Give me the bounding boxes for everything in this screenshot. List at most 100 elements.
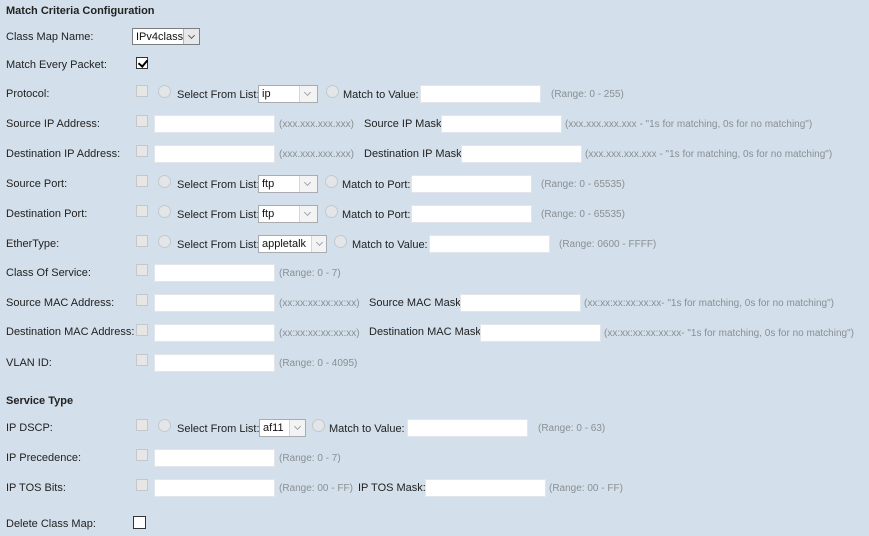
protocol-checkbox[interactable]	[136, 85, 148, 97]
ethertype-match-value-label: Match to Value:	[352, 239, 428, 251]
ethertype-checkbox[interactable]	[136, 235, 148, 247]
vlan-id-input[interactable]	[154, 354, 275, 372]
destination-ip-mask-input[interactable]	[461, 145, 582, 163]
ip-tos-bits-range-hint: (Range: 00 - FF)	[279, 483, 353, 494]
match-every-packet-label: Match Every Packet:	[6, 59, 107, 71]
source-port-select-value: ftp	[262, 178, 275, 190]
source-port-select[interactable]: ftp	[258, 175, 318, 193]
source-ip-input[interactable]	[154, 115, 275, 133]
ip-precedence-label: IP Precedence:	[6, 452, 82, 464]
chevron-down-icon	[289, 420, 305, 436]
destination-mac-mask-hint: (xx:xx:xx:xx:xx:xx- "1s for matching, 0s…	[604, 328, 854, 339]
ip-dscp-checkbox[interactable]	[136, 419, 148, 431]
ip-precedence-input[interactable]	[154, 449, 275, 467]
ethertype-value-input[interactable]	[429, 235, 550, 253]
protocol-match-value-label: Match to Value:	[343, 89, 419, 101]
ip-dscp-select-list-label: Select From List:	[177, 423, 260, 435]
destination-port-match-port-radio[interactable]	[325, 205, 338, 218]
ip-precedence-range-hint: (Range: 0 - 7)	[279, 453, 341, 464]
destination-port-select-value: ftp	[262, 208, 275, 220]
source-port-match-port-label: Match to Port:	[342, 179, 411, 191]
ip-dscp-range-hint: (Range: 0 - 63)	[538, 423, 606, 434]
destination-port-range-hint: (Range: 0 - 65535)	[541, 209, 625, 220]
ip-dscp-match-value-radio[interactable]	[312, 419, 325, 432]
source-mac-label: Source MAC Address:	[6, 297, 115, 309]
class-map-name-select[interactable]: IPv4class	[132, 28, 200, 45]
vlan-id-range-hint: (Range: 0 - 4095)	[279, 358, 358, 369]
ip-dscp-value-input[interactable]	[407, 419, 528, 437]
destination-ip-mask-hint: (xxx.xxx.xxx.xxx - "1s for matching, 0s …	[585, 149, 833, 160]
ip-tos-mask-range-hint: (Range: 00 - FF)	[549, 483, 623, 494]
source-mac-checkbox[interactable]	[136, 294, 148, 306]
ip-tos-bits-label: IP TOS Bits:	[6, 482, 66, 494]
ip-dscp-select-list-radio[interactable]	[158, 419, 171, 432]
ip-precedence-checkbox[interactable]	[136, 449, 148, 461]
destination-ip-mask-label: Destination IP Mask:	[364, 148, 465, 160]
ip-tos-bits-input[interactable]	[154, 479, 275, 497]
destination-port-select-list-radio[interactable]	[158, 205, 171, 218]
source-port-checkbox[interactable]	[136, 175, 148, 187]
source-port-range-hint: (Range: 0 - 65535)	[541, 179, 625, 190]
protocol-select-list-radio[interactable]	[158, 85, 171, 98]
source-port-value-input[interactable]	[411, 175, 532, 193]
protocol-select-value: ip	[262, 88, 271, 100]
destination-mac-checkbox[interactable]	[136, 324, 148, 336]
ip-dscp-select[interactable]: af11	[259, 419, 306, 437]
ethertype-select-list-radio[interactable]	[158, 235, 171, 248]
destination-mac-label: Destination MAC Address:	[6, 326, 135, 338]
destination-port-label: Destination Port:	[6, 208, 88, 220]
protocol-select[interactable]: ip	[258, 85, 318, 103]
destination-port-match-port-label: Match to Port:	[342, 209, 411, 221]
ethertype-label: EtherType:	[6, 238, 60, 250]
source-ip-mask-label: Source IP Mask:	[364, 118, 445, 130]
destination-mac-format-hint: (xx:xx:xx:xx:xx:xx)	[279, 328, 360, 339]
class-of-service-input[interactable]	[154, 264, 275, 282]
match-every-packet-checkbox[interactable]	[136, 57, 148, 69]
chevron-down-icon	[299, 176, 317, 192]
ethertype-select[interactable]: appletalk	[258, 235, 327, 253]
ip-dscp-label: IP DSCP:	[6, 422, 53, 434]
destination-mac-input[interactable]	[154, 324, 275, 342]
source-ip-mask-hint: (xxx.xxx.xxx.xxx - "1s for matching, 0s …	[565, 119, 813, 130]
source-port-select-list-label: Select From List:	[177, 179, 260, 191]
ethertype-select-list-label: Select From List:	[177, 239, 260, 251]
class-of-service-range-hint: (Range: 0 - 7)	[279, 268, 341, 279]
ip-dscp-select-value: af11	[263, 422, 284, 434]
destination-ip-checkbox[interactable]	[136, 145, 148, 157]
protocol-range-hint: (Range: 0 - 255)	[551, 89, 624, 100]
ip-dscp-match-value-label: Match to Value:	[329, 423, 405, 435]
source-mac-mask-hint: (xx:xx:xx:xx:xx:xx- "1s for matching, 0s…	[584, 298, 834, 309]
destination-mac-mask-input[interactable]	[480, 324, 601, 342]
source-mac-mask-input[interactable]	[460, 294, 581, 312]
section-heading-match-criteria: Match Criteria Configuration	[6, 5, 155, 17]
source-ip-label: Source IP Address:	[6, 118, 100, 130]
source-ip-format-hint: (xxx.xxx.xxx.xxx)	[279, 119, 354, 130]
ip-tos-bits-checkbox[interactable]	[136, 479, 148, 491]
destination-port-checkbox[interactable]	[136, 205, 148, 217]
destination-ip-input[interactable]	[154, 145, 275, 163]
source-ip-checkbox[interactable]	[136, 115, 148, 127]
source-mac-mask-label: Source MAC Mask:	[369, 297, 464, 309]
source-ip-mask-input[interactable]	[441, 115, 562, 133]
delete-class-map-label: Delete Class Map:	[6, 518, 96, 530]
destination-ip-label: Destination IP Address:	[6, 148, 121, 160]
class-of-service-label: Class Of Service:	[6, 267, 91, 279]
destination-port-select-list-label: Select From List:	[177, 209, 260, 221]
source-mac-input[interactable]	[154, 294, 275, 312]
ethertype-select-value: appletalk	[262, 238, 307, 250]
ip-tos-mask-label: IP TOS Mask:	[358, 482, 426, 494]
delete-class-map-checkbox[interactable]	[133, 516, 146, 529]
destination-mac-mask-label: Destination MAC Mask:	[369, 326, 484, 338]
ethertype-match-value-radio[interactable]	[334, 235, 347, 248]
protocol-select-list-label: Select From List:	[177, 89, 260, 101]
source-port-match-port-radio[interactable]	[325, 175, 338, 188]
class-of-service-checkbox[interactable]	[136, 264, 148, 276]
destination-port-value-input[interactable]	[411, 205, 532, 223]
protocol-value-input[interactable]	[420, 85, 541, 103]
section-heading-service-type: Service Type	[6, 395, 74, 407]
source-port-select-list-radio[interactable]	[158, 175, 171, 188]
destination-port-select[interactable]: ftp	[258, 205, 318, 223]
vlan-id-checkbox[interactable]	[136, 354, 148, 366]
protocol-match-value-radio[interactable]	[326, 85, 339, 98]
ip-tos-mask-input[interactable]	[425, 479, 546, 497]
